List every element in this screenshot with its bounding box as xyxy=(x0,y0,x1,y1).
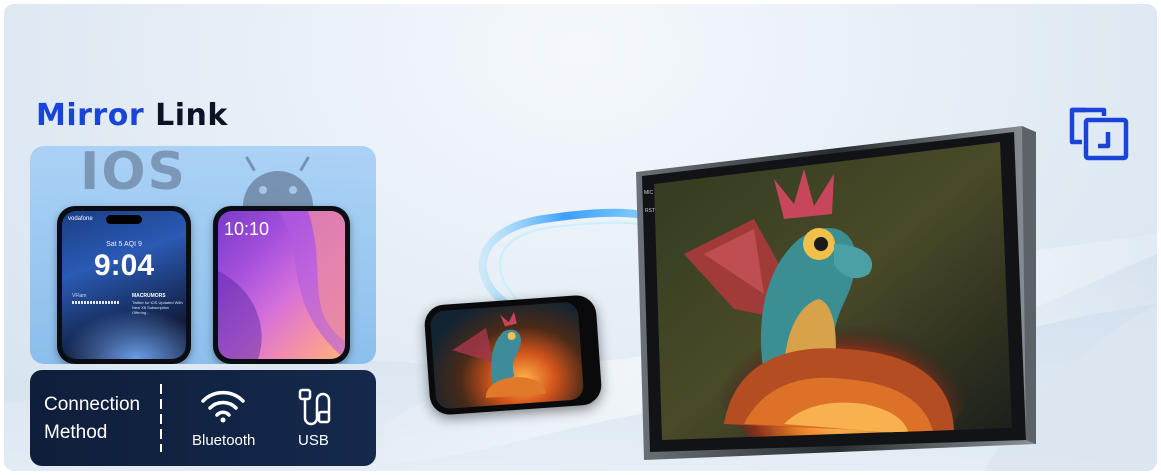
title-mirror: Mirror xyxy=(36,98,145,133)
connection-label-line2: Method xyxy=(44,422,108,443)
mirror-link-banner: Mirror Link IOS vodafone Sat 5 AQI 9 9:0… xyxy=(4,4,1157,471)
ios-time: 9:04 xyxy=(93,249,155,282)
mirror-source-phone xyxy=(423,294,603,416)
tablet-mic-label: MIC xyxy=(644,190,654,196)
ios-carrier: vodafone xyxy=(68,216,93,222)
connection-divider xyxy=(160,384,162,452)
connection-label-line1: Connection xyxy=(44,394,141,415)
tablet-rst-label: RST xyxy=(645,208,655,214)
connection-method-panel: Connection Method Bluetooth USB xyxy=(30,370,376,466)
bluetooth-option: Bluetooth xyxy=(192,432,256,449)
usb-option: USB xyxy=(298,432,329,449)
ios-phone: vodafone Sat 5 AQI 9 9:04 VFlam MACRUMOR… xyxy=(57,206,191,364)
phones-panel: IOS vodafone Sat 5 AQI 9 9:04 VFlam MACR… xyxy=(30,146,376,364)
android-robot-icon xyxy=(243,156,313,206)
ios-date: Sat 5 AQI 9 xyxy=(106,241,142,248)
ios-widget: VFlam xyxy=(72,293,87,299)
wifi-icon xyxy=(201,390,245,423)
mirror-link-icon xyxy=(1069,107,1129,161)
ios-notification-title: MACRUMORS xyxy=(132,293,166,299)
page-title: Mirror Link xyxy=(36,98,228,133)
head-unit-screen: MIC RST xyxy=(636,126,1036,460)
android-wallpaper xyxy=(218,211,345,359)
ios-lock-screen: vodafone Sat 5 AQI 9 9:04 VFlam MACRUMOR… xyxy=(62,211,186,359)
android-phone: 10:10 xyxy=(213,206,350,364)
ios-label: IOS xyxy=(80,146,188,202)
android-home-screen: 10:10 xyxy=(218,211,345,359)
title-link: Link xyxy=(155,98,228,133)
usb-cable-icon xyxy=(298,388,331,426)
phone-dragon-image xyxy=(429,301,585,410)
